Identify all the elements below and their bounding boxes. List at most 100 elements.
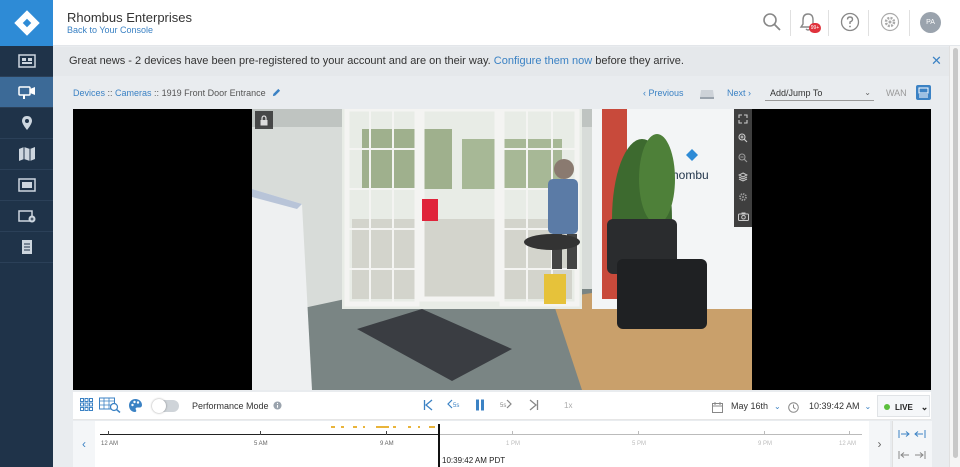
banner-close-button[interactable]: ✕ <box>931 53 942 68</box>
breadcrumb: Devices :: Cameras :: 1919 Front Door En… <box>73 88 281 98</box>
edit-pencil-icon[interactable] <box>272 88 281 97</box>
timeline-playhead[interactable] <box>438 424 440 467</box>
timeline-tick <box>764 431 765 435</box>
clock-button[interactable] <box>788 400 799 418</box>
rhombus-logo[interactable] <box>0 0 53 46</box>
motion-event[interactable] <box>408 426 411 428</box>
camera-feed[interactable]: hombu <box>252 109 752 390</box>
add-jump-to-select[interactable]: Add/Jump To ⌄ <box>765 86 874 101</box>
scroll-thumb[interactable] <box>953 48 958 458</box>
fullscreen-button[interactable] <box>734 109 752 129</box>
timeline-current-time: 10:39:42 AM PDT <box>442 456 506 465</box>
video-player[interactable]: hombu <box>73 109 931 390</box>
timeline-tick <box>849 431 850 435</box>
zoom-in-timeline-button[interactable] <box>897 427 927 445</box>
zoom-out-timeline-button[interactable] <box>897 448 927 466</box>
timeline-next-button[interactable]: › <box>869 421 890 467</box>
skip-to-start-button[interactable] <box>423 399 433 413</box>
date-picker[interactable]: May 16th ⌄ <box>731 401 781 411</box>
previous-camera-button[interactable]: ‹ Previous <box>643 88 684 98</box>
next-camera-button[interactable]: Next › <box>727 88 751 98</box>
reports-icon <box>21 240 32 254</box>
sidebar-item-cameras[interactable] <box>0 77 53 108</box>
performance-mode-label: Performance Mode <box>192 401 282 411</box>
svg-text:hombu: hombu <box>672 168 709 182</box>
alerts-icon <box>17 210 35 223</box>
playback-speed[interactable]: 1x <box>564 401 572 410</box>
search-footage-button[interactable] <box>99 397 121 418</box>
zoom-in-button[interactable] <box>734 129 752 149</box>
calendar-button[interactable] <box>712 400 723 418</box>
banner-text-after: before they arrive. <box>592 55 684 67</box>
snapshot-button[interactable] <box>734 207 752 227</box>
time-picker[interactable]: 10:39:42 AM ⌄ <box>809 401 871 411</box>
breadcrumb-devices[interactable]: Devices <box>73 88 105 98</box>
layers-button[interactable] <box>734 168 752 188</box>
timeline-prev-button[interactable]: ‹ <box>73 421 95 467</box>
motion-event[interactable] <box>376 426 389 428</box>
rewind-5s-button[interactable]: 5s <box>447 399 459 409</box>
forward-5s-button[interactable]: 5s <box>500 399 513 409</box>
page-scrollbar[interactable] <box>949 46 960 467</box>
motion-event[interactable] <box>331 426 335 428</box>
help-icon <box>840 12 860 32</box>
skip-back-icon <box>423 399 433 411</box>
palette-icon <box>129 399 142 412</box>
sidebar-item-alerts[interactable] <box>0 201 53 232</box>
info-icon[interactable] <box>273 401 282 410</box>
zoom-out-button[interactable] <box>734 148 752 168</box>
motion-event[interactable] <box>418 426 420 428</box>
timeline-label: 12 AM <box>101 441 119 447</box>
timeline[interactable]: ‹ 12 AM 5 AM 9 AM 1 PM 5 PM 9 PM 12 AM 1… <box>73 421 890 467</box>
timeline-tick <box>638 431 639 435</box>
camera-feed-image: hombu <box>252 109 752 390</box>
previous-label: Previous <box>648 88 684 98</box>
close-icon: ✕ <box>931 53 942 68</box>
pause-icon <box>476 399 484 411</box>
motion-event[interactable] <box>353 426 357 428</box>
zoom-out-icon <box>738 153 748 163</box>
back-to-console-link[interactable]: Back to Your Console <box>67 25 153 35</box>
breadcrumb-separator: :: <box>151 88 162 98</box>
configure-devices-link[interactable]: Configure them now <box>494 55 592 67</box>
sidebar-item-video-wall[interactable] <box>0 170 53 201</box>
color-palette-button[interactable] <box>128 398 143 418</box>
performance-mode-toggle[interactable] <box>152 399 179 413</box>
breadcrumb-cameras[interactable]: Cameras <box>115 88 152 98</box>
forward-icon <box>506 399 513 409</box>
sidebar-item-map[interactable] <box>0 139 53 170</box>
motion-event[interactable] <box>363 426 365 428</box>
video-side-controls <box>734 109 752 227</box>
wan-label: WAN <box>886 88 907 98</box>
live-button[interactable]: LIVE ⌄ <box>877 395 930 417</box>
collapse-horizontal-icon <box>898 451 926 459</box>
timeline-label: 5 AM <box>254 441 268 447</box>
chevron-down-icon: ⌄ <box>864 402 872 411</box>
motion-event[interactable] <box>341 426 344 428</box>
search-button[interactable] <box>761 11 783 33</box>
chevron-right-icon: › <box>877 437 882 451</box>
user-avatar[interactable]: PA <box>920 12 941 33</box>
settings-button[interactable] <box>879 11 901 33</box>
motion-event[interactable] <box>393 426 396 428</box>
expand-horizontal-icon <box>898 430 926 438</box>
notifications-button[interactable]: 99+ <box>797 11 821 33</box>
motion-event[interactable] <box>429 426 435 428</box>
camera-settings-button[interactable] <box>734 187 752 207</box>
privacy-lock-button[interactable] <box>255 111 273 129</box>
help-button[interactable] <box>839 11 861 33</box>
chevron-down-icon: ⌄ <box>920 402 929 412</box>
grid-icon <box>80 398 93 411</box>
device-icon-button[interactable] <box>699 87 715 105</box>
gear-icon <box>739 192 747 201</box>
pause-button[interactable] <box>475 399 485 413</box>
sidebar-item-locations[interactable] <box>0 108 53 139</box>
skip-to-end-button[interactable] <box>529 399 539 413</box>
sidebar-item-console[interactable] <box>0 46 53 77</box>
zoom-in-icon <box>738 133 748 143</box>
layout-toggle-button[interactable] <box>916 85 931 100</box>
lock-icon <box>260 114 268 125</box>
time-value: 10:39:42 AM <box>809 401 860 411</box>
grid-view-button[interactable] <box>80 398 93 417</box>
sidebar-item-reports[interactable] <box>0 232 53 263</box>
